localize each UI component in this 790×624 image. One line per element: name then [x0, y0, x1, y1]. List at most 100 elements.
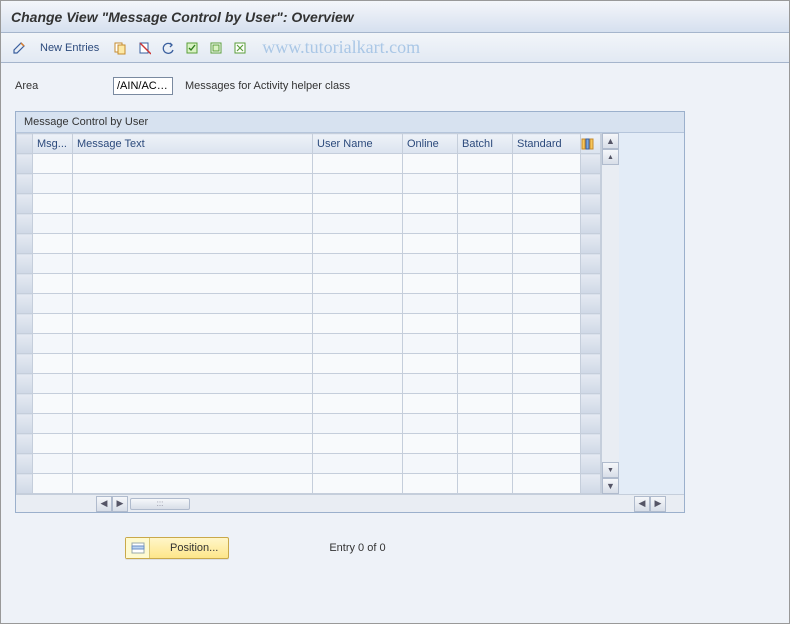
scroll-up-button[interactable]: ▲ [602, 133, 619, 149]
configure-columns-button[interactable] [581, 134, 601, 154]
cell[interactable] [403, 334, 458, 354]
select-block-icon[interactable] [206, 38, 226, 58]
cell[interactable] [403, 354, 458, 374]
cell[interactable] [313, 154, 403, 174]
cell[interactable] [313, 294, 403, 314]
position-button[interactable]: Position... [125, 537, 229, 559]
cell[interactable] [33, 334, 73, 354]
cell[interactable] [33, 214, 73, 234]
row-selector[interactable] [17, 214, 33, 234]
table-row[interactable] [17, 354, 601, 374]
delete-icon[interactable] [134, 38, 154, 58]
cell[interactable] [33, 374, 73, 394]
table-row[interactable] [17, 394, 601, 414]
cell[interactable] [33, 254, 73, 274]
row-selector[interactable] [17, 474, 33, 494]
column-batch[interactable]: BatchI [458, 134, 513, 154]
table-row[interactable] [17, 454, 601, 474]
cell[interactable] [33, 394, 73, 414]
cell[interactable] [33, 194, 73, 214]
select-all-column[interactable] [17, 134, 33, 154]
hscroll-thumb[interactable]: ::: [130, 498, 190, 510]
cell[interactable] [313, 394, 403, 414]
cell[interactable] [403, 474, 458, 494]
cell[interactable] [458, 394, 513, 414]
scroll-down-small-button[interactable]: ▼ [602, 462, 619, 478]
row-selector[interactable] [17, 354, 33, 374]
scroll-right-inner-button[interactable]: ▶ [112, 496, 128, 512]
cell[interactable] [313, 314, 403, 334]
table-row[interactable] [17, 274, 601, 294]
table-row[interactable] [17, 194, 601, 214]
copy-as-icon[interactable] [110, 38, 130, 58]
cell[interactable] [33, 414, 73, 434]
row-selector[interactable] [17, 334, 33, 354]
cell[interactable] [513, 454, 581, 474]
cell[interactable] [458, 314, 513, 334]
cell[interactable] [458, 194, 513, 214]
cell[interactable] [313, 234, 403, 254]
cell[interactable] [403, 314, 458, 334]
cell[interactable] [458, 454, 513, 474]
cell[interactable] [458, 174, 513, 194]
table-row[interactable] [17, 374, 601, 394]
cell[interactable] [513, 314, 581, 334]
cell[interactable] [458, 154, 513, 174]
cell[interactable] [33, 354, 73, 374]
cell[interactable] [33, 234, 73, 254]
row-selector[interactable] [17, 294, 33, 314]
cell[interactable] [403, 434, 458, 454]
row-selector[interactable] [17, 394, 33, 414]
cell[interactable] [403, 154, 458, 174]
scroll-left-end-button[interactable]: ◀ [634, 496, 650, 512]
cell[interactable] [513, 174, 581, 194]
cell[interactable] [513, 434, 581, 454]
cell[interactable] [33, 174, 73, 194]
cell[interactable] [313, 414, 403, 434]
column-user-name[interactable]: User Name [313, 134, 403, 154]
column-message-text[interactable]: Message Text [73, 134, 313, 154]
toggle-display-change-icon[interactable] [9, 38, 29, 58]
cell[interactable] [513, 274, 581, 294]
cell[interactable] [73, 454, 313, 474]
cell[interactable] [33, 154, 73, 174]
cell[interactable] [73, 274, 313, 294]
area-input[interactable] [113, 77, 173, 95]
column-online[interactable]: Online [403, 134, 458, 154]
cell[interactable] [513, 254, 581, 274]
cell[interactable] [403, 274, 458, 294]
scroll-left-button[interactable]: ◀ [96, 496, 112, 512]
cell[interactable] [513, 334, 581, 354]
cell[interactable] [403, 214, 458, 234]
row-selector[interactable] [17, 174, 33, 194]
cell[interactable] [33, 474, 73, 494]
cell[interactable] [458, 294, 513, 314]
column-msg[interactable]: Msg... [33, 134, 73, 154]
cell[interactable] [313, 274, 403, 294]
cell[interactable] [403, 374, 458, 394]
cell[interactable] [73, 374, 313, 394]
cell[interactable] [513, 234, 581, 254]
row-selector[interactable] [17, 234, 33, 254]
cell[interactable] [73, 214, 313, 234]
cell[interactable] [73, 234, 313, 254]
table-row[interactable] [17, 174, 601, 194]
scroll-up-small-button[interactable]: ▲ [602, 149, 619, 165]
cell[interactable] [513, 474, 581, 494]
cell[interactable] [313, 474, 403, 494]
table-row[interactable] [17, 334, 601, 354]
row-selector[interactable] [17, 254, 33, 274]
cell[interactable] [458, 374, 513, 394]
cell[interactable] [73, 474, 313, 494]
cell[interactable] [313, 214, 403, 234]
cell[interactable] [313, 354, 403, 374]
select-all-icon[interactable] [182, 38, 202, 58]
cell[interactable] [33, 454, 73, 474]
cell[interactable] [403, 234, 458, 254]
row-selector[interactable] [17, 374, 33, 394]
cell[interactable] [403, 394, 458, 414]
row-selector[interactable] [17, 274, 33, 294]
cell[interactable] [403, 294, 458, 314]
cell[interactable] [458, 474, 513, 494]
row-selector[interactable] [17, 194, 33, 214]
